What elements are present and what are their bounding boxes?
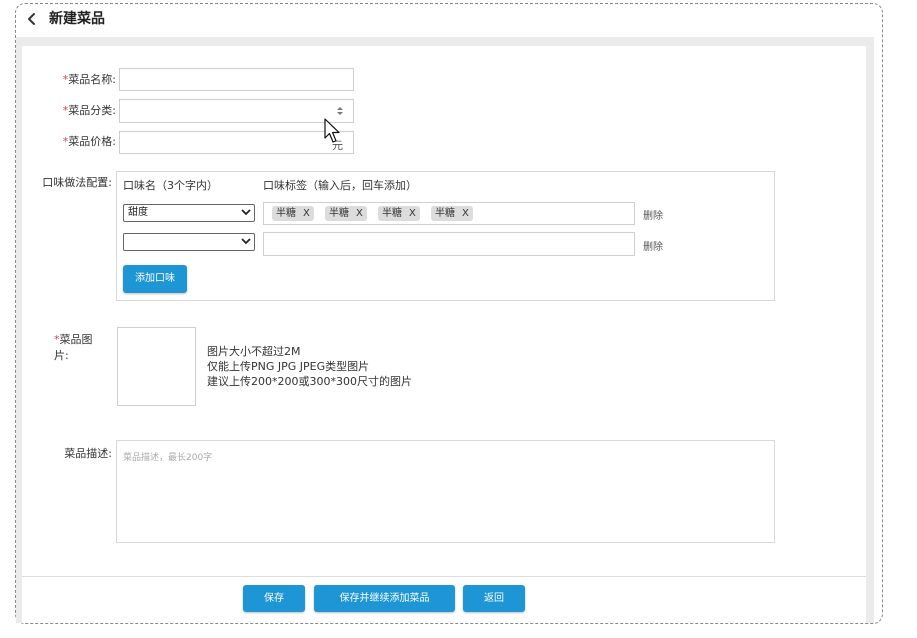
tag-remove-button[interactable]: X xyxy=(409,208,416,219)
image-upload-area[interactable] xyxy=(117,327,196,406)
tag-remove-button[interactable]: X xyxy=(462,208,469,219)
price-label: *菜品价格: xyxy=(62,135,116,148)
add-flavor-button[interactable]: 添加口味 xyxy=(123,265,187,293)
chevron-left-icon[interactable] xyxy=(26,12,38,26)
flavor-tag: 半糖 X xyxy=(272,206,314,221)
flavor-tags-input[interactable]: 半糖 X 半糖 X 半糖 X 半糖 X xyxy=(263,202,635,225)
page-title: 新建菜品 xyxy=(49,11,105,27)
flavor-tag: 半糖 X xyxy=(431,206,473,221)
category-label: *菜品分类: xyxy=(62,104,116,117)
footer-divider xyxy=(22,576,866,577)
back-button[interactable]: 返回 xyxy=(463,585,525,612)
upload-hint-type: 仅能上传PNG JPG JPEG类型图片 xyxy=(207,360,370,373)
tag-remove-button[interactable]: X xyxy=(303,208,310,219)
flavor-config-box: 口味名（3个字内） 口味标签（输入后，回车添加） 甜度 半糖 X 半糖 X 半糖 X … xyxy=(116,171,775,301)
flavor-name-select[interactable]: 甜度 xyxy=(123,204,255,222)
delete-flavor-button[interactable]: 删除 xyxy=(643,238,663,253)
price-input[interactable] xyxy=(119,131,354,154)
sort-arrows-icon xyxy=(337,107,343,115)
flavor-config-label: 口味做法配置: xyxy=(42,176,112,189)
description-textarea[interactable] xyxy=(116,440,775,543)
upload-hint-dimension: 建议上传200*200或300*300尺寸的图片 xyxy=(207,375,412,388)
flavor-tags-input[interactable] xyxy=(263,232,635,256)
flavor-tag: 半糖 X xyxy=(378,206,420,221)
tag-remove-button[interactable]: X xyxy=(356,208,363,219)
flavor-name-header: 口味名（3个字内） xyxy=(123,179,218,192)
mouse-pointer-icon xyxy=(324,118,340,143)
description-label: 菜品描述: xyxy=(64,447,112,460)
image-label: *菜品图 片: xyxy=(54,333,93,362)
upload-hint-size: 图片大小不超过2M xyxy=(207,345,301,358)
flavor-tags-header: 口味标签（输入后，回车添加） xyxy=(263,179,417,192)
save-and-continue-button[interactable]: 保存并继续添加菜品 xyxy=(314,585,455,612)
category-select[interactable] xyxy=(119,99,354,123)
dish-name-input[interactable] xyxy=(119,68,354,91)
flavor-tag: 半糖 X xyxy=(325,206,367,221)
chevron-down-icon xyxy=(241,209,251,216)
save-button[interactable]: 保存 xyxy=(243,585,305,612)
name-label: *菜品名称: xyxy=(62,73,116,86)
delete-flavor-button[interactable]: 删除 xyxy=(643,207,663,222)
page-header: 新建菜品 xyxy=(16,4,882,34)
chevron-down-icon xyxy=(241,238,251,245)
flavor-name-select[interactable] xyxy=(123,233,255,251)
